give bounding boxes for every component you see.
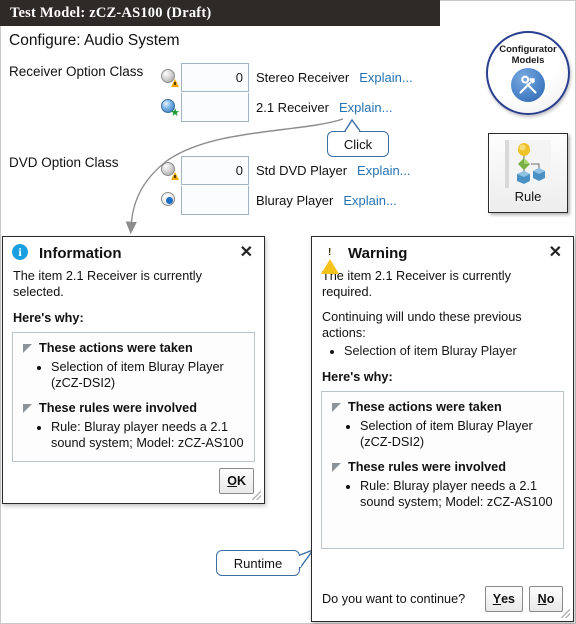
sphere-warning-icon <box>160 68 179 87</box>
radio-selected-icon[interactable] <box>160 191 178 209</box>
window-title-bar: Test Model: zCZ-AS100 (Draft) <box>0 0 440 26</box>
configurator-models-text: Configurator Models <box>499 44 557 66</box>
resize-grip[interactable] <box>252 491 261 500</box>
information-why-panel: These actions were taken Selection of it… <box>12 332 255 462</box>
option-row-std-dvd-player: Std DVD Player Explain... <box>160 155 411 185</box>
warning-why-label: Here's why: <box>322 370 393 384</box>
window-title: Test Model: zCZ-AS100 (Draft) <box>10 4 212 21</box>
warning-dialog-body: The item 2.1 Receiver is currently requi… <box>312 268 573 384</box>
information-why-label: Here's why: <box>13 311 84 325</box>
list-item: Rule: Bluray player needs a 2.1 sound sy… <box>51 420 246 451</box>
quantity-input-std-dvd-player[interactable] <box>181 155 249 185</box>
warning-why-panel: These actions were taken Selection of it… <box>321 391 564 549</box>
warning-undo-intro: Continuing will undo these previous acti… <box>322 310 522 340</box>
information-dialog-title: Information <box>39 244 122 262</box>
rule-button[interactable]: Rule <box>488 133 568 213</box>
configurator-models-line2: Models <box>511 55 545 66</box>
callout-click: Click <box>327 131 389 157</box>
dvd-option-group: Std DVD Player Explain... Bluray Player … <box>160 155 411 215</box>
explain-link-21-receiver[interactable]: Explain... <box>339 100 392 115</box>
information-section-actions-list: Selection of item Bluray Player (zCZ-DSI… <box>21 360 246 391</box>
collapse-triangle-icon[interactable] <box>23 344 32 353</box>
callout-runtime: Runtime <box>216 550 300 576</box>
dvd-option-class-label: DVD Option Class <box>9 155 119 170</box>
yes-button[interactable]: Yes <box>484 586 523 612</box>
warning-section-actions-heading: These actions were taken <box>348 400 502 414</box>
rule-button-label: Rule <box>514 189 542 204</box>
information-section-rules-list: Rule: Bluray player needs a 2.1 sound sy… <box>21 420 246 451</box>
warning-section-actions-list: Selection of item Bluray Player (zCZ-DSI… <box>330 419 555 450</box>
option-label-21-receiver: 2.1 Receiver <box>256 99 329 115</box>
explain-link-bluray-player[interactable]: Explain... <box>343 193 396 208</box>
information-dialog-footer: OK <box>3 461 264 503</box>
receiver-option-class-label: Receiver Option Class <box>9 64 144 79</box>
callout-click-label: Click <box>343 136 373 152</box>
information-section-rules[interactable]: These rules were involved <box>21 401 246 416</box>
information-message: The item 2.1 Receiver is currently selec… <box>13 269 202 299</box>
collapse-triangle-icon[interactable] <box>23 404 32 413</box>
quantity-input-21-receiver[interactable] <box>181 92 249 122</box>
information-section-actions[interactable]: These actions were taken <box>21 341 246 356</box>
page-title: Configure: Audio System <box>9 32 180 49</box>
info-icon: i <box>12 244 30 262</box>
explain-link-std-dvd-player[interactable]: Explain... <box>357 163 410 178</box>
warning-question: Do you want to continue? <box>322 592 466 606</box>
option-label-stereo-receiver: Stereo Receiver <box>256 69 350 85</box>
quantity-input-bluray-player[interactable] <box>181 185 249 215</box>
warning-section-rules-list: Rule: Bluray player needs a 2.1 sound sy… <box>330 479 555 510</box>
warning-message: The item 2.1 Receiver is currently requi… <box>322 269 511 299</box>
tools-icon <box>511 68 545 102</box>
configurator-models-badge: Configurator Models <box>486 31 570 115</box>
warning-section-actions[interactable]: These actions were taken <box>330 400 555 415</box>
information-section-rules-heading: These rules were involved <box>39 401 197 415</box>
callout-runtime-label: Runtime <box>233 555 283 571</box>
option-row-stereo-receiver: Stereo Receiver Explain... <box>160 62 413 92</box>
list-item: Selection of item Bluray Player (zCZ-DSI… <box>360 419 555 450</box>
receiver-option-group: Stereo Receiver Explain... ★ 2.1 Receive… <box>160 62 413 122</box>
option-row-21-receiver: ★ 2.1 Receiver Explain... <box>160 92 413 122</box>
option-label-std-dvd-player: Std DVD Player <box>256 162 348 178</box>
information-section-actions-heading: These actions were taken <box>39 341 193 355</box>
warning-dialog-title: Warning <box>348 244 408 262</box>
list-item: Selection of item Bluray Player (zCZ-DSI… <box>51 360 246 391</box>
warning-undo-list: Selection of item Bluray Player <box>322 343 563 359</box>
configurator-models-line1: Configurator <box>499 44 557 55</box>
explain-link-stereo-receiver[interactable]: Explain... <box>359 70 412 85</box>
information-dialog-header: i Information ✕ <box>3 237 264 265</box>
collapse-triangle-icon[interactable] <box>332 403 341 412</box>
warning-icon <box>321 244 339 274</box>
list-item: Rule: Bluray player needs a 2.1 sound sy… <box>360 479 555 510</box>
quantity-input-stereo-receiver[interactable] <box>181 62 249 92</box>
close-icon[interactable]: ✕ <box>547 245 564 261</box>
warning-section-rules[interactable]: These rules were involved <box>330 460 555 475</box>
sphere-warning-icon <box>160 161 179 180</box>
close-icon[interactable]: ✕ <box>238 245 255 261</box>
warning-dialog-footer: Do you want to continue? Yes No <box>312 579 573 621</box>
rule-diagram-icon <box>505 140 551 188</box>
no-button[interactable]: No <box>529 586 563 612</box>
list-item: Selection of item Bluray Player <box>344 343 563 359</box>
resize-grip[interactable] <box>561 609 570 618</box>
information-dialog: i Information ✕ The item 2.1 Receiver is… <box>2 236 265 504</box>
warning-section-rules-heading: These rules were involved <box>348 460 506 474</box>
information-dialog-body: The item 2.1 Receiver is currently selec… <box>3 268 264 325</box>
ok-button[interactable]: OK <box>219 468 254 494</box>
warning-dialog-header: Warning ✕ <box>312 237 573 274</box>
collapse-triangle-icon[interactable] <box>332 463 341 472</box>
option-row-bluray-player: Bluray Player Explain... <box>160 185 411 215</box>
warning-dialog: Warning ✕ The item 2.1 Receiver is curre… <box>311 236 574 622</box>
option-label-bluray-player: Bluray Player <box>256 192 334 208</box>
sphere-blue-star-icon: ★ <box>160 98 180 119</box>
